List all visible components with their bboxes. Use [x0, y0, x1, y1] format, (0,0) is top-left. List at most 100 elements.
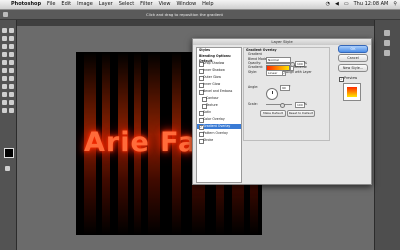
eraser-tool-icon[interactable] [2, 68, 7, 73]
tools-panel [0, 20, 18, 250]
hand-tool-icon[interactable] [2, 108, 7, 113]
menu-window[interactable]: Window [176, 0, 196, 9]
styles-list: Styles Blending Options: Default Drop Sh… [196, 47, 242, 183]
gradient-label: Gradient: [248, 65, 263, 69]
angle-label: Angle: [248, 85, 259, 89]
style-item-gradient-overlay[interactable]: ✓ Gradient Overlay [197, 124, 241, 130]
style-item-satin[interactable]: Satin [197, 110, 241, 116]
style-item-label: Satin [203, 110, 212, 114]
make-default-button[interactable]: Make Default [260, 110, 286, 117]
menu-view[interactable]: View [159, 0, 171, 9]
styles-panel-icon[interactable] [384, 50, 390, 56]
battery-icon[interactable]: ▭ [344, 0, 349, 9]
menu-file[interactable]: File [47, 0, 55, 9]
reset-to-default-button[interactable]: Reset to Default [287, 110, 315, 117]
scale-slider-handle[interactable] [280, 102, 285, 108]
style-item-label: Contour [206, 96, 219, 100]
menu-filter[interactable]: Filter [140, 0, 152, 9]
style-item-bevel-emboss[interactable]: Bevel and Emboss [197, 89, 241, 95]
foreground-color-swatch[interactable] [4, 148, 14, 158]
style-item-drop-shadow[interactable]: Drop Shadow [197, 61, 241, 67]
apple-icon[interactable] [3, 0, 9, 8]
opacity-slider[interactable] [266, 63, 292, 64]
zoom-tool-icon[interactable] [9, 108, 14, 113]
lasso-tool-icon[interactable] [2, 36, 7, 41]
blur-tool-icon[interactable] [2, 76, 7, 81]
menu-bar: Photoshop File Edit Image Layer Select F… [0, 0, 400, 10]
style-item-label: Outer Glow [203, 75, 221, 79]
marquee-tool-icon[interactable] [9, 28, 14, 33]
style-item-color-overlay[interactable]: Color Overlay [197, 117, 241, 123]
move-tool-icon[interactable] [2, 28, 7, 33]
menu-extras: ◔ ◀ ▭ Thu 12:08 AM ⚲ [326, 0, 397, 9]
history-brush-tool-icon[interactable] [9, 60, 14, 65]
document-tab-bar [17, 20, 400, 26]
style-item-contour[interactable]: Contour [197, 96, 241, 102]
style-item-pattern-overlay[interactable]: Pattern Overlay [197, 131, 241, 137]
reverse-label: Reverse [294, 65, 307, 69]
menu-items: Photoshop File Edit Image Layer Select F… [11, 0, 214, 9]
gradient-tool-icon[interactable] [9, 68, 14, 73]
pen-tool-icon[interactable] [2, 84, 7, 89]
eyedropper-tool-icon[interactable] [9, 44, 14, 49]
style-preview-fill [347, 87, 357, 97]
tool-preset-icon[interactable] [3, 12, 8, 17]
menu-image[interactable]: Image [77, 0, 93, 9]
shape-tool-icon[interactable] [9, 92, 14, 97]
scale-unit: % [304, 102, 308, 106]
brush-tool-icon[interactable] [9, 52, 14, 57]
options-bar: Click and drag to reposition the gradien… [0, 10, 400, 20]
spotlight-icon[interactable]: ⚲ [393, 0, 397, 9]
menu-app-name[interactable]: Photoshop [11, 0, 41, 9]
style-item-blending-options[interactable]: Blending Options: Default [197, 54, 241, 63]
healing-brush-tool-icon[interactable] [2, 52, 7, 57]
quick-select-tool-icon[interactable] [9, 36, 14, 41]
menu-layer[interactable]: Layer [99, 0, 113, 9]
style-item-inner-glow[interactable]: Inner Glow [197, 82, 241, 88]
wifi-icon[interactable]: ◔ [326, 0, 330, 9]
3d-orbit-tool-icon[interactable] [9, 100, 14, 105]
style-item-label: Gradient Overlay [203, 124, 231, 128]
style-item-label: Color Overlay [203, 117, 225, 121]
new-style-button[interactable]: New Style... [338, 64, 368, 72]
clone-stamp-tool-icon[interactable] [2, 60, 7, 65]
preview-label: Preview [344, 76, 358, 80]
styles-header[interactable]: Styles [197, 48, 241, 53]
align-with-layer-label: Align with Layer [286, 70, 312, 74]
cancel-button[interactable]: Cancel [338, 54, 368, 62]
style-item-stroke[interactable]: Stroke [197, 138, 241, 144]
scale-slider[interactable] [266, 104, 292, 105]
gradient-overlay-panel: Gradient Overlay Gradient Blend Mode: No… [243, 47, 330, 141]
panel-dock [374, 20, 400, 250]
quick-mask-icon[interactable] [5, 166, 10, 171]
angle-unit: ° [289, 85, 291, 89]
scale-label: Scale: [248, 102, 258, 106]
angle-dial[interactable] [266, 88, 278, 100]
volume-icon[interactable]: ◀ [335, 0, 339, 9]
menu-clock[interactable]: Thu 12:08 AM [354, 0, 389, 9]
crop-tool-icon[interactable] [2, 44, 7, 49]
options-hint: Click and drag to reposition the gradien… [146, 12, 224, 17]
menu-help[interactable]: Help [202, 0, 213, 9]
style-preview-swatch [343, 83, 361, 101]
style-item-texture[interactable]: Texture [197, 103, 241, 109]
type-tool-icon[interactable] [9, 84, 14, 89]
layer-style-dialog: Layer Style Styles Blending Options: Def… [192, 38, 372, 185]
style-select[interactable]: Linear [266, 70, 283, 76]
menu-select[interactable]: Select [119, 0, 134, 9]
style-item-inner-shadow[interactable]: Inner Shadow [197, 68, 241, 74]
menu-edit[interactable]: Edit [61, 0, 71, 9]
color-panel-icon[interactable] [384, 30, 390, 36]
style-item-label: Stroke [203, 138, 214, 142]
path-select-tool-icon[interactable] [2, 92, 7, 97]
dodge-tool-icon[interactable] [9, 76, 14, 81]
ok-button[interactable]: OK [338, 45, 368, 53]
style-item-label: Texture [206, 103, 218, 107]
style-item-label: Inner Shadow [203, 68, 225, 72]
style-item-label: Bevel and Emboss [203, 89, 233, 93]
style-item-outer-glow[interactable]: Outer Glow [197, 75, 241, 81]
3d-rotate-tool-icon[interactable] [2, 100, 7, 105]
swatches-panel-icon[interactable] [384, 40, 390, 46]
style-item-label: Pattern Overlay [203, 131, 228, 135]
style-item-label: Drop Shadow [203, 61, 225, 65]
